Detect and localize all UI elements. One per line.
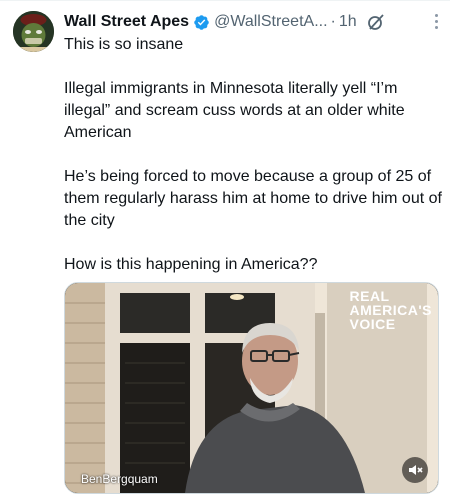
post-text: This is so insane Illegal immigrants in …	[64, 34, 442, 276]
more-options-icon[interactable]	[435, 14, 438, 29]
watermark-line: REAL	[349, 288, 390, 304]
post-text-para2: He’s being forced to move because a grou…	[64, 168, 442, 229]
grok-icon[interactable]	[367, 13, 385, 31]
video-player[interactable]: REAL AMERICA'S VOICE BenBergquam	[64, 282, 439, 494]
avatar-image	[13, 11, 54, 52]
divider	[0, 0, 450, 1]
avatar[interactable]	[13, 11, 54, 52]
post-text-line1: This is so insane	[64, 36, 184, 53]
post-text-para1: Illegal immigrants in Minnesota literall…	[64, 80, 405, 141]
muted-speaker-icon[interactable]	[402, 457, 428, 483]
author-handle[interactable]: @WallStreetA...	[214, 13, 327, 31]
post-time[interactable]: 1h	[339, 13, 357, 31]
watermark-line: AMERICA'S	[349, 302, 432, 318]
post-header: Wall Street Apes @WallStreetA... · 1h	[64, 11, 442, 33]
channel-watermark: REAL AMERICA'S VOICE	[350, 289, 433, 331]
watermark-line: VOICE	[349, 316, 396, 332]
separator: ·	[330, 13, 336, 30]
author-name[interactable]: Wall Street Apes	[64, 13, 189, 31]
verified-badge-icon[interactable]	[193, 14, 210, 31]
post-text-para3: How is this happening in America??	[64, 256, 318, 273]
video-credit: BenBergquam	[81, 472, 158, 486]
